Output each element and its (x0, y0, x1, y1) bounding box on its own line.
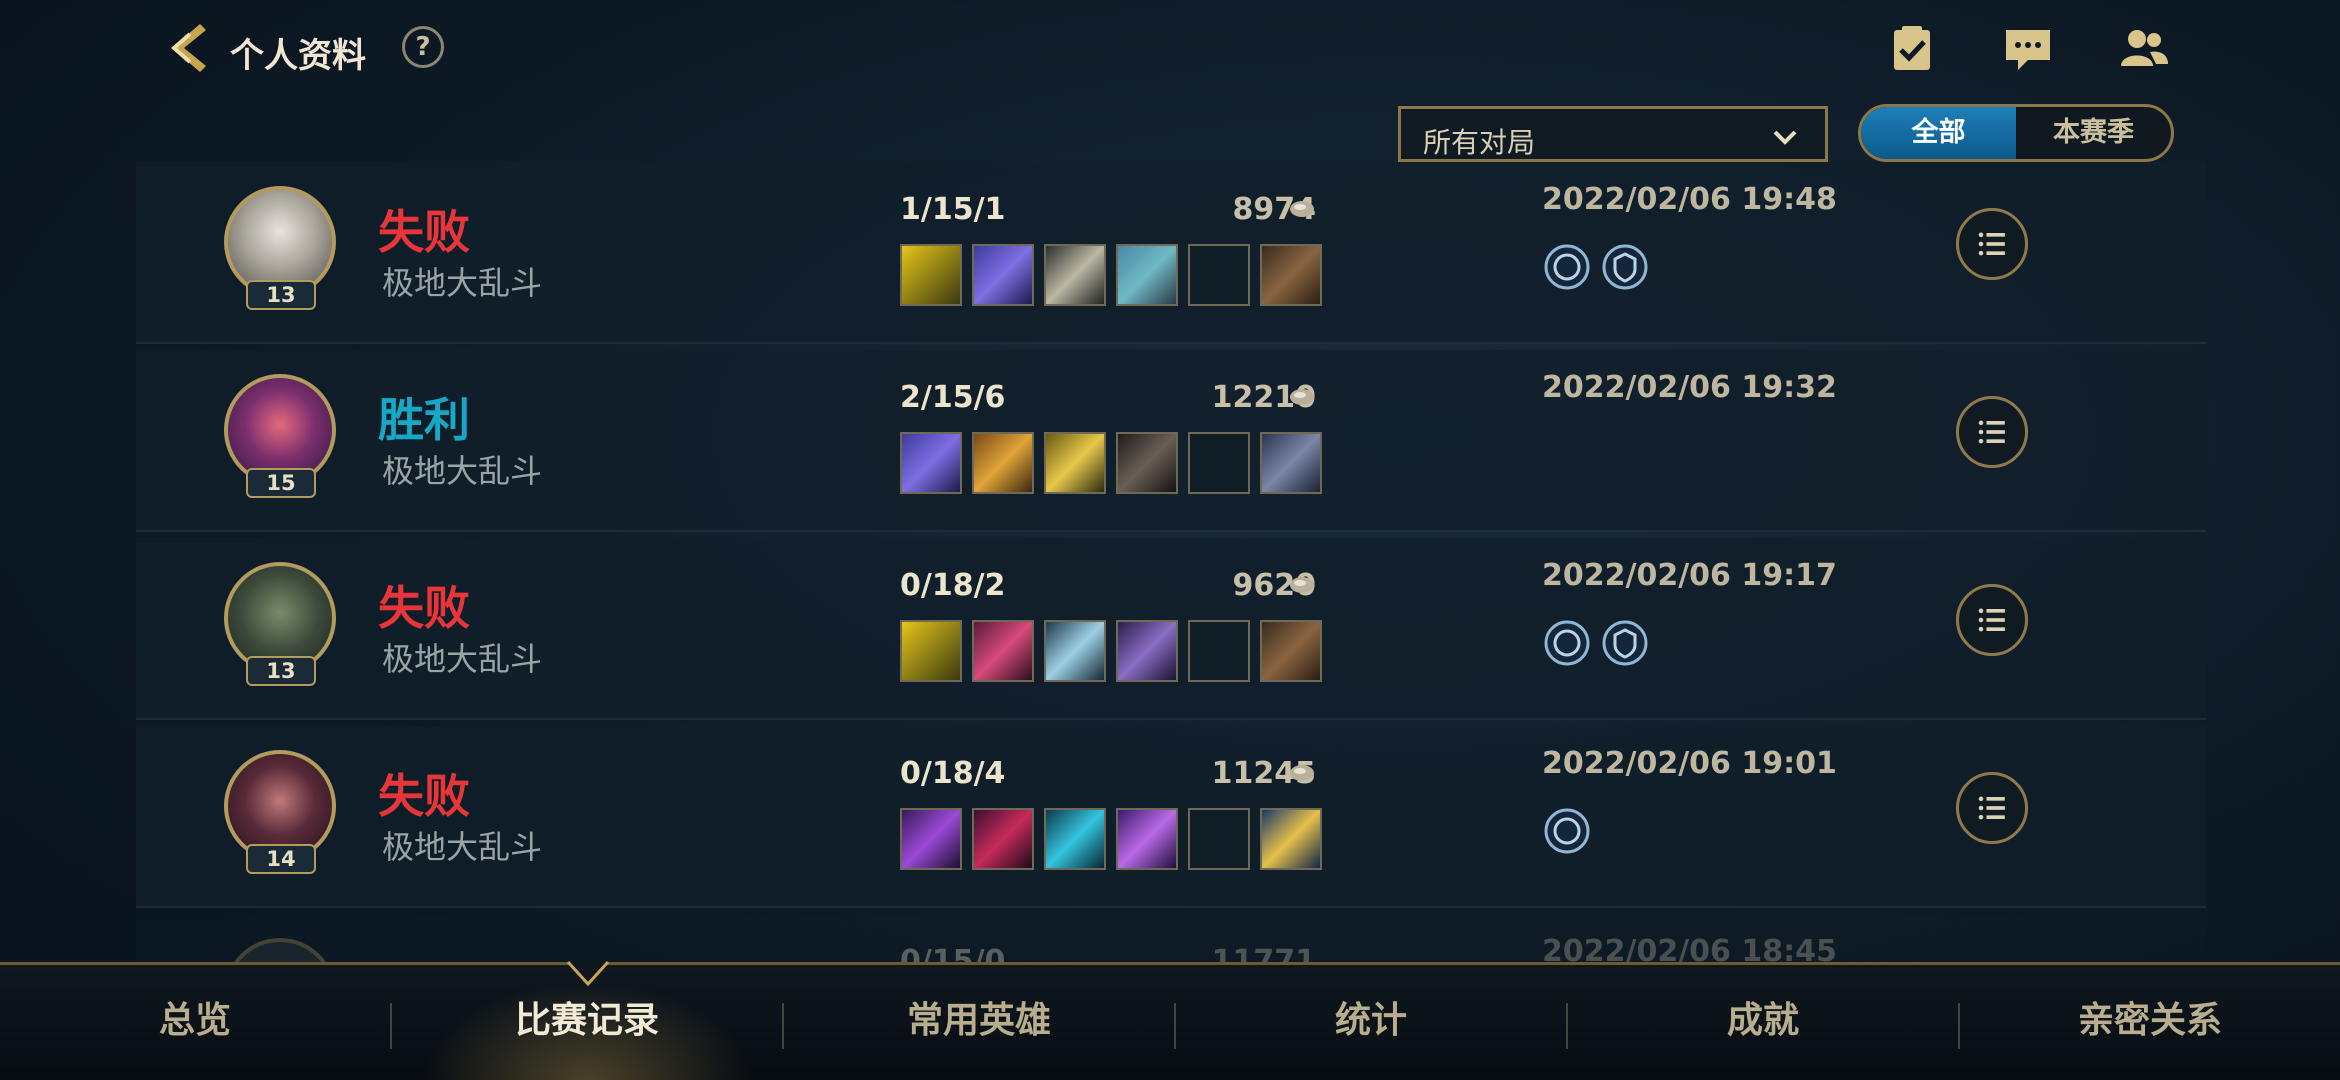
bottom-nav: 总览 比赛记录 常用英雄 统计 成就 亲密关系 (0, 962, 2340, 1080)
game-mode: 极地大乱斗 (382, 264, 543, 302)
help-button[interactable]: ? (402, 26, 444, 68)
champion-level: 13 (246, 656, 316, 686)
match-result: 胜利 (378, 393, 470, 447)
item-slot[interactable] (1260, 620, 1322, 682)
item-slot[interactable] (1260, 432, 1322, 494)
item-slot[interactable] (972, 432, 1034, 494)
gold-coin-icon (1290, 389, 1314, 405)
item-slot[interactable] (1044, 244, 1106, 306)
item-slot-empty[interactable] (1188, 620, 1250, 682)
match-date: 2022/02/06 19:01 (1542, 746, 1837, 781)
item-slot[interactable] (1116, 432, 1178, 494)
tab-stats[interactable]: 统计 (1176, 965, 1566, 1080)
match-row[interactable]: 0/15/0 11771 2022/02/06 18:45 (136, 914, 2206, 962)
item-slot[interactable] (972, 620, 1034, 682)
gold-coin-icon (1290, 577, 1314, 593)
medal-badge-icon (1544, 244, 1590, 290)
match-list[interactable]: 13 失败 极地大乱斗 1/15/1 8974 2022/02/06 19:48… (136, 162, 2206, 962)
champion-level: 13 (246, 280, 316, 310)
season-toggle[interactable]: 全部 本赛季 (1858, 104, 2174, 162)
kda: 0/18/2 (900, 568, 1006, 603)
gold-coin-icon (1290, 765, 1314, 781)
item-slot[interactable] (1260, 808, 1322, 870)
match-row[interactable]: 13 失败 极地大乱斗 1/15/1 8974 2022/02/06 19:48 (136, 162, 2206, 344)
match-result: 失败 (378, 205, 470, 259)
game-mode: 极地大乱斗 (382, 828, 543, 866)
gold-coin-icon (1290, 201, 1314, 217)
kda: 1/15/1 (900, 192, 1006, 227)
game-mode: 极地大乱斗 (382, 452, 543, 490)
match-details-button[interactable] (1956, 772, 2028, 844)
item-slot-empty[interactable] (1188, 808, 1250, 870)
match-details-button[interactable] (1956, 396, 2028, 468)
champion-avatar (224, 938, 336, 962)
match-details-button[interactable] (1956, 584, 2028, 656)
game-type-value: 所有对局 (1423, 126, 1536, 159)
match-result: 失败 (378, 581, 470, 635)
match-row[interactable]: 15 胜利 极地大乱斗 2/15/6 12210 2022/02/06 19:3… (136, 350, 2206, 532)
page-title: 个人资料 (230, 36, 366, 76)
champion-level: 14 (246, 844, 316, 874)
tab-champions[interactable]: 常用英雄 (784, 965, 1174, 1080)
item-slot[interactable] (900, 808, 962, 870)
toggle-season[interactable]: 本赛季 (2016, 107, 2171, 159)
match-details-button[interactable] (1956, 208, 2028, 280)
checklist-icon[interactable] (1886, 22, 1938, 74)
chat-icon[interactable] (2002, 22, 2054, 74)
match-date: 2022/02/06 18:45 (1542, 934, 1837, 962)
item-slot[interactable] (900, 244, 962, 306)
toggle-all[interactable]: 全部 (1861, 107, 2016, 159)
tab-overview[interactable]: 总览 (0, 965, 390, 1080)
game-mode: 极地大乱斗 (382, 640, 543, 678)
kda: 0/18/4 (900, 756, 1006, 791)
kda: 0/15/0 (900, 944, 1006, 962)
kda: 2/15/6 (900, 380, 1006, 415)
chevron-down-icon (1773, 130, 1797, 145)
item-slot-empty[interactable] (1188, 244, 1250, 306)
champion-level: 15 (246, 468, 316, 498)
tab-achievements[interactable]: 成就 (1568, 965, 1958, 1080)
item-slot[interactable] (972, 808, 1034, 870)
match-date: 2022/02/06 19:17 (1542, 558, 1837, 593)
shield-badge-icon (1602, 620, 1648, 666)
item-slot[interactable] (1044, 432, 1106, 494)
match-result: 失败 (378, 769, 470, 823)
match-row[interactable]: 14 失败 极地大乱斗 0/18/4 11245 2022/02/06 19:0… (136, 726, 2206, 908)
top-bar: 个人资料 ? (0, 0, 2340, 100)
friends-icon[interactable] (2118, 22, 2170, 74)
shield-badge-icon (1602, 244, 1648, 290)
item-slot[interactable] (1116, 620, 1178, 682)
match-row[interactable]: 13 失败 极地大乱斗 0/18/2 9620 2022/02/06 19:17 (136, 538, 2206, 720)
item-slot-empty[interactable] (1188, 432, 1250, 494)
item-slot[interactable] (900, 620, 962, 682)
active-tab-indicator-icon (566, 960, 610, 987)
item-slot[interactable] (1116, 808, 1178, 870)
item-slot[interactable] (1260, 244, 1322, 306)
item-slot[interactable] (900, 432, 962, 494)
gold: 11771 (1211, 944, 1316, 962)
item-slot[interactable] (1116, 244, 1178, 306)
back-arrow-icon[interactable] (160, 20, 216, 76)
tab-relationships[interactable]: 亲密关系 (1960, 965, 2340, 1080)
match-date: 2022/02/06 19:48 (1542, 182, 1837, 217)
item-slot[interactable] (972, 244, 1034, 306)
item-slot[interactable] (1044, 620, 1106, 682)
item-slot[interactable] (1044, 808, 1106, 870)
match-date: 2022/02/06 19:32 (1542, 370, 1837, 405)
medal-badge-icon (1544, 808, 1590, 854)
game-type-dropdown[interactable]: 所有对局 (1398, 106, 1828, 162)
medal-badge-icon (1544, 620, 1590, 666)
